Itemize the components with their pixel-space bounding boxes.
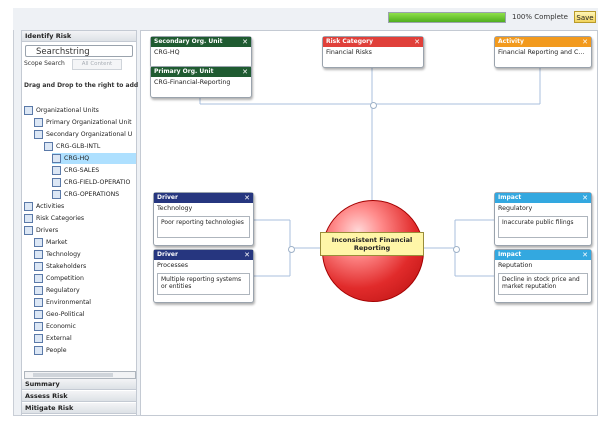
- card-value: Technology: [157, 205, 193, 212]
- card-primary-org-unit[interactable]: Primary Org. Unit ✕ CRG-Financial-Reporti…: [150, 66, 252, 98]
- card-header: Driver ✕: [154, 250, 253, 260]
- card-value: CRG-HQ: [154, 49, 180, 56]
- card-driver-technology[interactable]: Driver ✕ Technology Poor reporting techno…: [153, 192, 254, 246]
- close-icon[interactable]: ✕: [582, 193, 588, 203]
- card-impact-reputation[interactable]: Impact ✕ Reputation Decline in stock pric…: [494, 249, 592, 303]
- card-driver-processes[interactable]: Driver ✕ Processes Multiple reporting sys…: [153, 249, 254, 303]
- card-header: Impact ✕: [495, 250, 591, 260]
- card-risk-category[interactable]: Risk Category ✕ Financial Risks: [322, 36, 424, 68]
- connector-node: [370, 102, 377, 109]
- card-header: Activity ✕: [495, 37, 591, 47]
- card-value: CRG-Financial-Reporting: [154, 79, 231, 86]
- connector-node: [453, 246, 460, 253]
- card-detail: Inaccurate public filings: [498, 216, 588, 238]
- close-icon[interactable]: ✕: [582, 37, 588, 47]
- card-header: Secondary Org. Unit ✕: [151, 37, 251, 47]
- card-value: Regulatory: [498, 205, 533, 212]
- card-value: Financial Risks: [326, 49, 372, 56]
- close-icon[interactable]: ✕: [414, 37, 420, 47]
- card-header: Risk Category ✕: [323, 37, 423, 47]
- card-header: Driver ✕: [154, 193, 253, 203]
- card-detail: Poor reporting technologies: [157, 216, 250, 238]
- card-value: Processes: [157, 262, 189, 269]
- card-detail: Decline in stock price and market reputa…: [498, 273, 588, 295]
- card-value: Reputation: [498, 262, 533, 269]
- card-detail: Multiple reporting systems or entities: [157, 273, 250, 295]
- card-impact-regulatory[interactable]: Impact ✕ Regulatory Inaccurate public fil…: [494, 192, 592, 246]
- close-icon[interactable]: ✕: [242, 67, 248, 77]
- close-icon[interactable]: ✕: [244, 250, 250, 260]
- risk-label: Inconsistent Financial Reporting: [320, 232, 424, 256]
- card-header: Impact ✕: [495, 193, 591, 203]
- close-icon[interactable]: ✕: [242, 37, 248, 47]
- card-header: Primary Org. Unit ✕: [151, 67, 251, 77]
- close-icon[interactable]: ✕: [582, 250, 588, 260]
- card-secondary-org-unit[interactable]: Secondary Org. Unit ✕ CRG-HQ: [150, 36, 252, 68]
- card-value: Financial Reporting and C...: [498, 49, 585, 56]
- card-activity[interactable]: Activity ✕ Financial Reporting and C...: [494, 36, 592, 68]
- close-icon[interactable]: ✕: [244, 193, 250, 203]
- connector-node: [288, 246, 295, 253]
